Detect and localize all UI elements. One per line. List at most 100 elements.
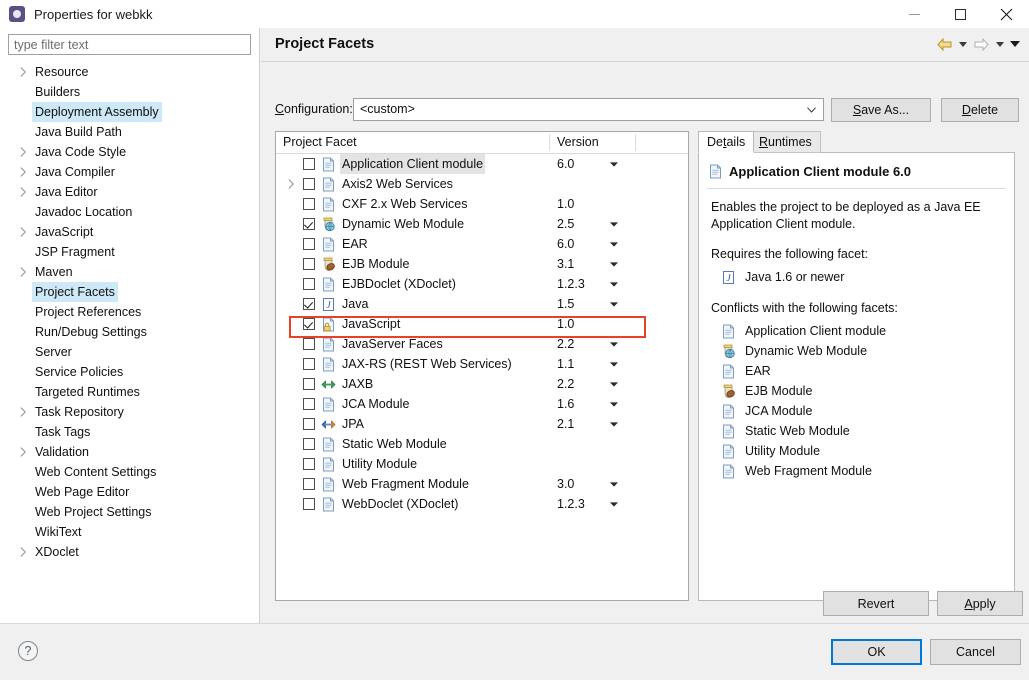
sidebar-item-web-page-editor[interactable]: Web Page Editor [0, 482, 259, 502]
facet-checkbox[interactable] [303, 318, 315, 330]
sidebar-item-jsp-fragment[interactable]: JSP Fragment [0, 242, 259, 262]
save-as-button[interactable]: Save As... [831, 98, 931, 122]
sidebar-item-java-compiler[interactable]: Java Compiler [0, 162, 259, 182]
table-row[interactable]: JAX-RS (REST Web Services) 1.1 [276, 354, 688, 374]
chevron-right-icon[interactable] [18, 162, 28, 182]
facet-checkbox[interactable] [303, 278, 315, 290]
chevron-right-icon[interactable] [18, 142, 28, 162]
sidebar-item-validation[interactable]: Validation [0, 442, 259, 462]
facet-version[interactable]: 1.0 [557, 194, 574, 214]
table-row[interactable]: Axis2 Web Services [276, 174, 688, 194]
facet-version[interactable]: 6.0 [557, 234, 574, 254]
facet-checkbox[interactable] [303, 338, 315, 350]
version-chevron-down-icon[interactable] [608, 494, 620, 514]
facet-checkbox[interactable] [303, 478, 315, 490]
version-chevron-down-icon[interactable] [608, 354, 620, 374]
version-chevron-down-icon[interactable] [608, 254, 620, 274]
sidebar-item-java-code-style[interactable]: Java Code Style [0, 142, 259, 162]
facet-checkbox[interactable] [303, 238, 315, 250]
facet-checkbox[interactable] [303, 178, 315, 190]
facet-version[interactable]: 3.1 [557, 254, 574, 274]
sidebar-item-java-build-path[interactable]: Java Build Path [0, 122, 259, 142]
table-row[interactable]: JavaServer Faces 2.2 [276, 334, 688, 354]
version-chevron-down-icon[interactable] [608, 154, 620, 174]
chevron-right-icon[interactable] [286, 174, 296, 194]
sidebar-item-java-editor[interactable]: Java Editor [0, 182, 259, 202]
page-menu-chevron-down-icon[interactable] [1008, 34, 1021, 54]
cancel-button[interactable]: Cancel [930, 639, 1021, 665]
facet-checkbox[interactable] [303, 218, 315, 230]
back-arrow-icon[interactable] [934, 34, 954, 54]
table-row[interactable]: Web Fragment Module 3.0 [276, 474, 688, 494]
chevron-right-icon[interactable] [18, 182, 28, 202]
facet-version[interactable]: 6.0 [557, 154, 574, 174]
chevron-right-icon[interactable] [18, 262, 28, 282]
version-chevron-down-icon[interactable] [608, 374, 620, 394]
table-row[interactable]: JCA Module 1.6 [276, 394, 688, 414]
sidebar-item-project-facets[interactable]: Project Facets [0, 282, 259, 302]
forward-menu-chevron-down-icon[interactable] [993, 34, 1006, 54]
version-chevron-down-icon[interactable] [608, 474, 620, 494]
column-header-version[interactable]: Version [557, 135, 599, 149]
maximize-button[interactable] [937, 0, 983, 28]
table-row[interactable]: JAXB 2.2 [276, 374, 688, 394]
facet-checkbox[interactable] [303, 158, 315, 170]
sidebar-item-javascript[interactable]: JavaScript [0, 222, 259, 242]
facet-version[interactable]: 1.2.3 [557, 274, 585, 294]
facet-version[interactable]: 1.1 [557, 354, 574, 374]
table-row[interactable]: JPA 2.1 [276, 414, 688, 434]
sidebar-item-web-content-settings[interactable]: Web Content Settings [0, 462, 259, 482]
sidebar-item-builders[interactable]: Builders [0, 82, 259, 102]
facet-checkbox[interactable] [303, 258, 315, 270]
version-chevron-down-icon[interactable] [608, 214, 620, 234]
facet-version[interactable]: 1.6 [557, 394, 574, 414]
ok-button[interactable]: OK [831, 639, 922, 665]
table-row[interactable]: Static Web Module [276, 434, 688, 454]
facet-checkbox[interactable] [303, 198, 315, 210]
table-row[interactable]: EJB Module 3.1 [276, 254, 688, 274]
facet-version[interactable]: 3.0 [557, 474, 574, 494]
sidebar-item-project-references[interactable]: Project References [0, 302, 259, 322]
table-row[interactable]: JavaScript 1.0 [276, 314, 688, 334]
facet-version[interactable]: 2.1 [557, 414, 574, 434]
facet-version[interactable]: 2.2 [557, 374, 574, 394]
table-row[interactable]: EJBDoclet (XDoclet) 1.2.3 [276, 274, 688, 294]
facet-checkbox[interactable] [303, 438, 315, 450]
facet-checkbox[interactable] [303, 458, 315, 470]
facet-version[interactable]: 1.2.3 [557, 494, 585, 514]
configuration-combo[interactable]: <custom> [353, 98, 824, 121]
sidebar-item-resource[interactable]: Resource [0, 62, 259, 82]
sidebar-item-javadoc-location[interactable]: Javadoc Location [0, 202, 259, 222]
facet-version[interactable]: 1.0 [557, 314, 574, 334]
facet-checkbox[interactable] [303, 378, 315, 390]
facet-checkbox[interactable] [303, 498, 315, 510]
chevron-right-icon[interactable] [18, 542, 28, 562]
help-icon[interactable]: ? [18, 641, 38, 661]
sidebar-item-service-policies[interactable]: Service Policies [0, 362, 259, 382]
chevron-right-icon[interactable] [18, 442, 28, 462]
column-header-project-facet[interactable]: Project Facet [283, 135, 357, 149]
minimize-button[interactable] [891, 0, 937, 28]
tab-runtimes[interactable]: Runtimes [750, 131, 821, 153]
version-chevron-down-icon[interactable] [608, 274, 620, 294]
sidebar-item-xdoclet[interactable]: XDoclet [0, 542, 259, 562]
table-row[interactable]: Dynamic Web Module 2.5 [276, 214, 688, 234]
facet-checkbox[interactable] [303, 298, 315, 310]
version-chevron-down-icon[interactable] [608, 394, 620, 414]
table-row[interactable]: Application Client module 6.0 [276, 154, 688, 174]
facet-checkbox[interactable] [303, 358, 315, 370]
facet-checkbox[interactable] [303, 398, 315, 410]
sidebar-item-wikitext[interactable]: WikiText [0, 522, 259, 542]
version-chevron-down-icon[interactable] [608, 414, 620, 434]
table-row[interactable]: WebDoclet (XDoclet) 1.2.3 [276, 494, 688, 514]
forward-arrow-icon[interactable] [971, 34, 991, 54]
version-chevron-down-icon[interactable] [608, 294, 620, 314]
sidebar-item-web-project-settings[interactable]: Web Project Settings [0, 502, 259, 522]
table-row[interactable]: CXF 2.x Web Services 1.0 [276, 194, 688, 214]
sidebar-item-task-repository[interactable]: Task Repository [0, 402, 259, 422]
delete-button[interactable]: Delete [941, 98, 1019, 122]
sidebar-item-targeted-runtimes[interactable]: Targeted Runtimes [0, 382, 259, 402]
sidebar-item-server[interactable]: Server [0, 342, 259, 362]
filter-input[interactable] [8, 34, 251, 55]
apply-button[interactable]: Apply [937, 591, 1023, 616]
